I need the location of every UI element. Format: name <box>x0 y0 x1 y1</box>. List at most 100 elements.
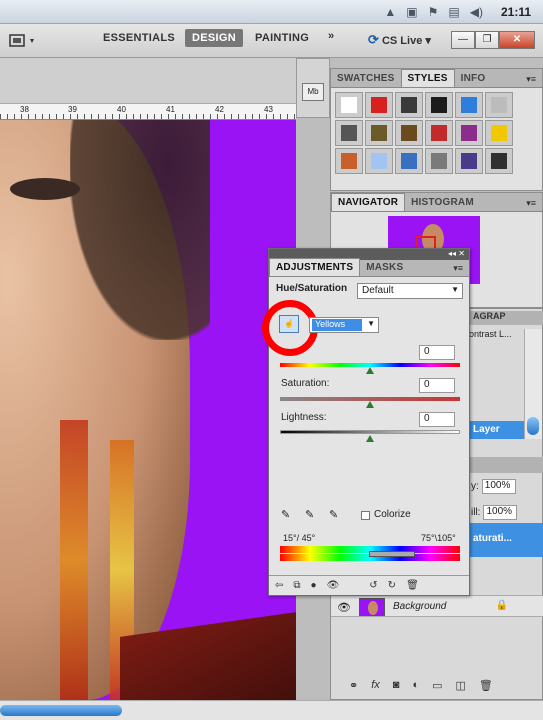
tray-display-icon[interactable]: ▤ <box>448 5 459 19</box>
tab-paragraph[interactable]: AGRAP <box>469 311 543 325</box>
cs-live-button[interactable]: ⟳ CS Live ▾ <box>368 32 431 48</box>
expand-view-icon[interactable]: ⧉ <box>293 580 300 591</box>
contrast-item[interactable]: ontrast L... <box>469 329 512 339</box>
saturation-field[interactable]: 0 <box>419 378 455 393</box>
background-layer-row[interactable]: 👁 Background 🔒 <box>331 595 543 617</box>
visibility-eye-icon[interactable]: 👁 <box>337 601 351 614</box>
style-swatch[interactable] <box>335 148 363 174</box>
fill-field[interactable]: 100% <box>483 505 518 520</box>
previous-state-icon[interactable]: ↺ <box>369 580 377 591</box>
adjustment-layer-icon[interactable]: ◐ <box>412 679 419 691</box>
ruler-tick-label: 38 <box>20 105 29 114</box>
scrollbar-thumb[interactable] <box>527 417 539 435</box>
style-swatch[interactable] <box>395 92 423 118</box>
style-swatch[interactable] <box>365 148 393 174</box>
saturation-slider-thumb[interactable] <box>366 401 374 408</box>
options-bar <box>0 58 330 104</box>
ruler-tick <box>266 114 267 119</box>
layer-thumbnail <box>359 598 385 616</box>
layers-tabrow <box>469 457 543 473</box>
style-swatch[interactable] <box>395 120 423 146</box>
ruler-tick <box>126 114 127 119</box>
selected-layer-item[interactable]: Layer <box>469 421 526 439</box>
tray-volume-icon[interactable]: ◀) <box>470 5 483 19</box>
ruler-tick <box>273 114 274 119</box>
delete-layer-icon[interactable]: 🗑 <box>479 679 493 692</box>
style-swatch[interactable] <box>455 92 483 118</box>
link-layers-icon[interactable]: ⚭ <box>349 679 358 692</box>
system-clock[interactable]: 21:11 <box>501 5 531 19</box>
workspace-essentials-button[interactable]: ESSENTIALS <box>103 32 175 44</box>
eyedropper-icon[interactable]: ✎ <box>281 508 297 524</box>
panel-menu-icon[interactable]: ▾≡ <box>447 261 469 276</box>
tab-info[interactable]: INFO <box>455 70 492 87</box>
clip-layer-icon[interactable]: ● <box>311 580 317 591</box>
tab-adjustments[interactable]: ADJUSTMENTS <box>269 258 361 276</box>
ruler-tick <box>77 114 78 119</box>
tray-network-icon[interactable]: ▣ <box>406 5 417 19</box>
style-swatch[interactable] <box>455 148 483 174</box>
eyedropper-plus-icon[interactable]: ✎ <box>305 508 321 524</box>
style-swatch[interactable] <box>365 92 393 118</box>
style-swatch[interactable] <box>455 120 483 146</box>
workspace-painting-button[interactable]: PAINTING <box>255 32 309 44</box>
restore-button[interactable]: ❐ <box>475 31 499 49</box>
reset-icon[interactable]: ↻ <box>388 580 396 591</box>
style-swatch[interactable] <box>365 120 393 146</box>
tab-swatches[interactable]: SWATCHES <box>331 70 401 87</box>
layer-style-icon[interactable]: fx <box>371 679 380 691</box>
back-arrow-icon[interactable]: ⇦ <box>275 580 283 591</box>
tab-navigator[interactable]: NAVIGATOR <box>331 193 406 211</box>
hue-field[interactable]: 0 <box>419 345 455 360</box>
styles-grid <box>331 88 542 175</box>
tab-histogram[interactable]: HISTOGRAM <box>405 194 480 211</box>
horizontal-scrollbar[interactable] <box>0 700 543 720</box>
ruler-tick <box>252 114 253 119</box>
tab-styles[interactable]: STYLES <box>400 69 455 87</box>
eyedropper-minus-icon[interactable]: ✎ <box>329 508 345 524</box>
vertical-scrollbar[interactable] <box>524 329 542 439</box>
colorize-checkbox[interactable] <box>361 511 370 520</box>
opacity-field[interactable]: 100% <box>481 479 516 494</box>
workspace-design-button[interactable]: DESIGN <box>185 29 243 47</box>
style-swatch[interactable] <box>425 148 453 174</box>
minimize-button[interactable]: — <box>451 31 475 49</box>
visibility-eye-icon[interactable]: 👁 <box>327 580 340 591</box>
lightness-field[interactable]: 0 <box>419 412 455 427</box>
screen-mode-icon[interactable] <box>8 33 38 49</box>
scrollbar-thumb[interactable] <box>0 705 122 716</box>
style-swatch[interactable] <box>485 92 513 118</box>
adjustments-tabrow: ADJUSTMENTS MASKS ▾≡ <box>269 258 469 277</box>
style-swatch[interactable] <box>425 120 453 146</box>
ruler-tick <box>35 114 36 119</box>
style-swatch[interactable] <box>335 92 363 118</box>
ruler-tick <box>63 114 64 119</box>
style-swatch[interactable] <box>425 92 453 118</box>
hue-slider-thumb[interactable] <box>366 367 374 374</box>
add-mask-icon[interactable]: ◙ <box>393 679 400 691</box>
style-swatch[interactable] <box>485 148 513 174</box>
new-group-icon[interactable]: ▭ <box>432 679 442 692</box>
delete-adjustment-icon[interactable]: 🗑 <box>406 580 419 591</box>
style-swatch[interactable] <box>395 148 423 174</box>
tab-masks[interactable]: MASKS <box>360 259 409 276</box>
mini-bridge-icon[interactable]: Mb <box>302 83 324 101</box>
hue-saturation-layer[interactable]: aturati... <box>469 523 543 557</box>
new-layer-icon[interactable]: ◫ <box>456 679 466 692</box>
preset-dropdown[interactable]: Default ▼ <box>357 283 463 299</box>
style-swatch[interactable] <box>335 120 363 146</box>
lightness-slider-thumb[interactable] <box>366 435 374 442</box>
ruler-tick <box>189 114 190 119</box>
workspace-more-button[interactable]: » <box>328 30 334 42</box>
color-range-slider[interactable] <box>369 551 415 557</box>
channel-dropdown[interactable]: Yellows ▼ <box>309 317 379 333</box>
panel-menu-icon[interactable]: ▾≡ <box>520 196 542 211</box>
style-swatch[interactable] <box>485 120 513 146</box>
ruler-tick <box>210 114 211 119</box>
lightness-slider[interactable] <box>280 430 460 434</box>
close-button[interactable]: ✕ <box>499 31 535 49</box>
tray-flag-icon[interactable]: ⚑ <box>428 5 439 19</box>
chevron-down-icon: ▼ <box>451 285 459 294</box>
tray-arrow-icon[interactable]: ▲ <box>384 5 396 19</box>
panel-menu-icon[interactable]: ▾≡ <box>520 72 542 87</box>
